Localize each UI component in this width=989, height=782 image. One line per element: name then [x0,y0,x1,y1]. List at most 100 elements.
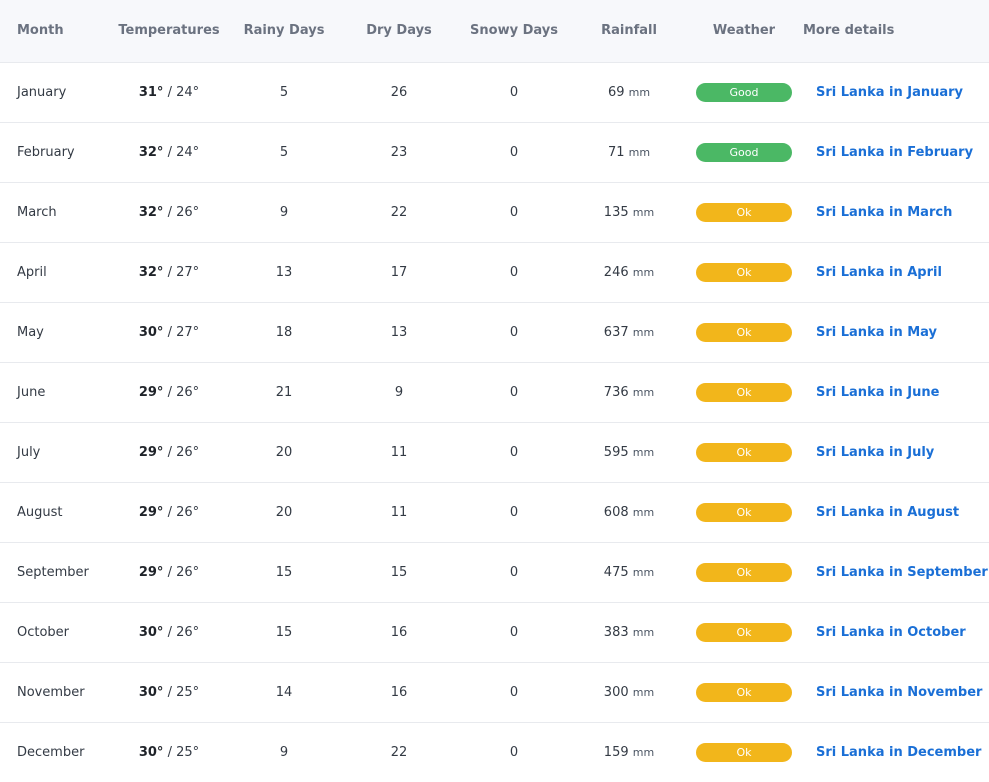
temperature-separator: / [163,204,177,220]
rainfall-unit: mm [632,205,655,219]
rainfall-value: 595 [603,444,629,460]
rainfall-cell: 475 mm [570,542,688,602]
snowy-days-cell: 0 [509,384,519,400]
weather-cell: Ok [688,602,800,662]
low-temperature: 26° [176,504,200,520]
weather-badge: Ok [696,322,792,342]
temperature-separator: / [163,444,177,460]
rainy-days-cell: 5 [279,84,289,100]
header-temperatures: Temperatures [118,23,220,39]
rainfall-value: 135 [603,204,629,220]
header-rainy-days: Rainy Days [243,23,325,39]
rainfall-value: 608 [603,504,629,520]
month-details-link[interactable]: Sri Lanka in January [816,85,963,100]
rainy-days-cell: 14 [275,684,293,700]
weather-badge: Ok [696,382,792,402]
snowy-days-cell: 0 [509,684,519,700]
rainfall-cell: 300 mm [570,662,688,722]
weather-cell: Ok [688,242,800,302]
temperature-separator: / [163,744,177,760]
high-temperature: 29° [138,504,164,520]
weather-badge: Ok [696,262,792,282]
dry-days-cell: 22 [390,744,408,760]
header-snowy-days: Snowy Days [470,23,558,39]
month-details-link[interactable]: Sri Lanka in April [816,265,942,280]
table-row: December 30° / 25° 9 22 0 159 mm Ok Sri Lanka i… [0,722,989,782]
high-temperature: 29° [138,384,164,400]
month-cell: December [17,744,85,760]
snowy-days-cell: 0 [509,564,519,580]
month-cell: June [17,384,46,400]
rainfall-value: 300 [603,684,629,700]
snowy-days-cell: 0 [509,624,519,640]
weather-cell: Ok [688,722,800,782]
month-details-link[interactable]: Sri Lanka in March [816,205,952,220]
climate-table: Month Temperatures Rainy Days Dry Days S… [0,0,989,782]
month-details-link[interactable]: Sri Lanka in June [816,385,939,400]
month-details-link[interactable]: Sri Lanka in November [816,685,982,700]
weather-badge: Ok [696,442,792,462]
table-body: January 31° / 24° 5 26 0 69 mm Good Sri Lanka i… [0,62,989,782]
month-details-link[interactable]: Sri Lanka in August [816,505,959,520]
temperature-cell: 32° / 24° [110,122,228,182]
high-temperature: 30° [138,744,164,760]
table-row: July 29° / 26° 20 11 0 595 mm Ok Sri Lanka in J… [0,422,989,482]
table-row: September 29° / 26° 15 15 0 475 mm Ok Sri Lanka… [0,542,989,602]
temperature-separator: / [163,144,177,160]
snowy-days-cell: 0 [509,444,519,460]
table-row: January 31° / 24° 5 26 0 69 mm Good Sri Lanka i… [0,62,989,122]
rainfall-unit: mm [632,385,655,399]
snowy-days-cell: 0 [509,504,519,520]
month-details-link[interactable]: Sri Lanka in July [816,445,934,460]
weather-cell: Ok [688,422,800,482]
rainfall-value: 637 [603,324,629,340]
rainfall-cell: 69 mm [570,62,688,122]
high-temperature: 32° [138,204,164,220]
low-temperature: 24° [176,84,200,100]
month-details-link[interactable]: Sri Lanka in December [816,745,981,760]
dry-days-cell: 22 [390,204,408,220]
temperature-cell: 30° / 25° [110,722,228,782]
snowy-days-cell: 0 [509,744,519,760]
low-temperature: 24° [176,144,200,160]
low-temperature: 26° [176,444,200,460]
rainy-days-cell: 15 [275,564,293,580]
rainy-days-cell: 15 [275,624,293,640]
rainfall-cell: 595 mm [570,422,688,482]
temperature-cell: 32° / 27° [110,242,228,302]
month-cell: February [17,144,75,160]
rainy-days-cell: 5 [279,144,289,160]
snowy-days-cell: 0 [509,264,519,280]
low-temperature: 26° [176,624,200,640]
low-temperature: 27° [176,264,200,280]
more-details-cell: Sri Lanka in August [800,482,989,542]
temperature-cell: 29° / 26° [110,542,228,602]
temperature-cell: 29° / 26° [110,422,228,482]
dry-days-cell: 16 [390,684,408,700]
temperature-separator: / [163,564,177,580]
month-details-link[interactable]: Sri Lanka in February [816,145,973,160]
rainfall-unit: mm [632,265,655,279]
weather-cell: Ok [688,182,800,242]
dry-days-cell: 15 [390,564,408,580]
table-row: March 32° / 26° 9 22 0 135 mm Ok Sri Lanka in M… [0,182,989,242]
rainfall-cell: 71 mm [570,122,688,182]
month-details-link[interactable]: Sri Lanka in May [816,325,937,340]
temperature-cell: 30° / 26° [110,602,228,662]
table-row: April 32° / 27° 13 17 0 246 mm Ok Sri Lanka in … [0,242,989,302]
weather-badge: Good [696,82,792,102]
month-details-link[interactable]: Sri Lanka in October [816,625,966,640]
rainfall-value: 475 [603,564,629,580]
temperature-cell: 30° / 27° [110,302,228,362]
month-cell: August [17,504,63,520]
rainy-days-cell: 20 [275,504,293,520]
month-details-link[interactable]: Sri Lanka in September [816,565,988,580]
rainfall-cell: 159 mm [570,722,688,782]
month-cell: November [17,684,85,700]
rainfall-value: 69 [607,84,625,100]
table-row: February 32° / 24° 5 23 0 71 mm Good Sri Lanka … [0,122,989,182]
weather-badge: Ok [696,622,792,642]
weather-badge: Ok [696,682,792,702]
rainfall-unit: mm [632,325,655,339]
month-cell: April [17,264,47,280]
